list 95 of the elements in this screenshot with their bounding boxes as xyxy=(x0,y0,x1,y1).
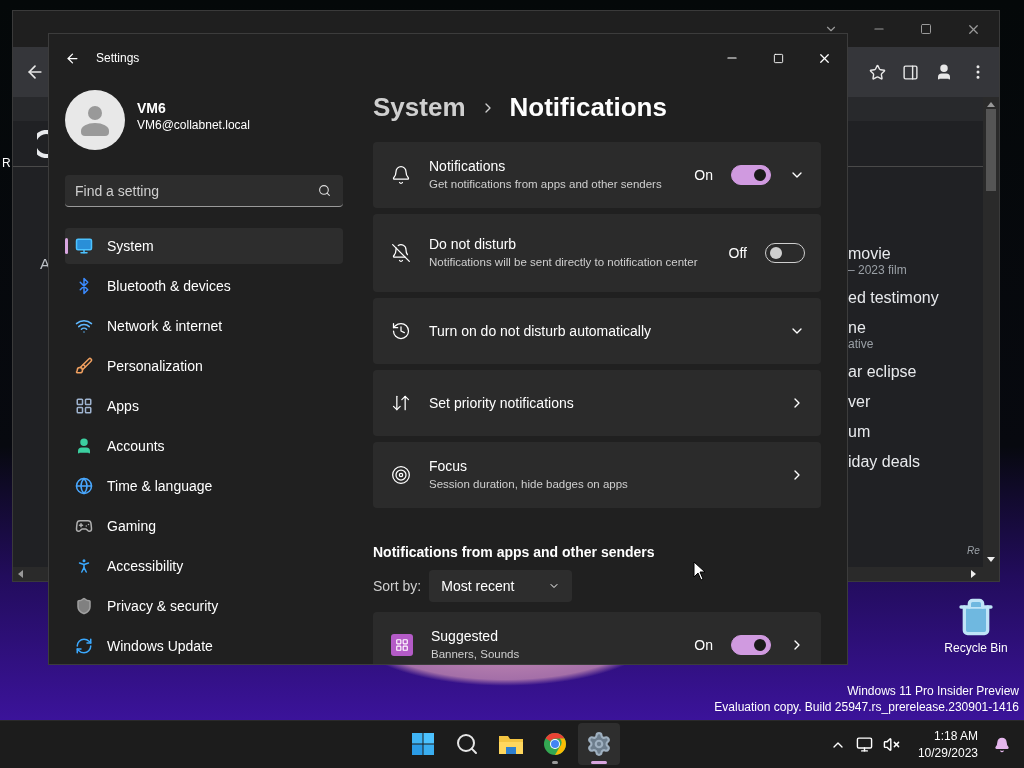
settings-icon xyxy=(586,731,612,757)
toggle-switch[interactable] xyxy=(731,165,771,185)
nav-item[interactable]: Privacy & security xyxy=(65,588,343,624)
card-subtitle: Notifications will be sent directly to notification center xyxy=(429,255,699,270)
sort-dropdown[interactable]: Most recent xyxy=(429,570,573,602)
suggestion-title[interactable]: ar eclipse xyxy=(848,363,939,381)
section-heading: Notifications from apps and other senders xyxy=(373,544,656,560)
taskbar-app-button[interactable] xyxy=(578,723,620,765)
apps-grid-icon xyxy=(75,397,93,415)
gamepad-icon xyxy=(75,517,93,535)
suggestion-title[interactable]: iday deals xyxy=(848,453,939,471)
sort-label: Sort by: xyxy=(373,578,422,594)
folder-icon xyxy=(498,733,524,755)
bell-icon xyxy=(391,165,411,185)
nav-item[interactable]: Accessibility xyxy=(65,548,343,584)
maximize-icon[interactable] xyxy=(920,23,932,35)
search-icon xyxy=(455,732,479,756)
toggle-switch[interactable] xyxy=(731,635,771,655)
card-subtitle: Banners, Sounds xyxy=(431,647,521,662)
maximize-icon xyxy=(772,52,784,64)
nav-item[interactable]: Personalization xyxy=(65,348,343,384)
settings-card[interactable]: Focus Session duration, hide badges on apps xyxy=(373,442,821,508)
window-title: Settings xyxy=(96,51,140,65)
app-icon xyxy=(391,634,413,656)
vertical-scrollbar[interactable] xyxy=(983,97,999,567)
watermark-text: Windows 11 Pro Insider Preview xyxy=(847,683,1019,699)
clock-arrow-icon xyxy=(391,321,411,341)
target-icon xyxy=(391,465,411,485)
desktop-icon-label: R xyxy=(2,156,11,170)
suggestion-title[interactable]: movie xyxy=(848,245,939,263)
breadcrumb-item[interactable]: System xyxy=(373,92,466,123)
refresh-icon xyxy=(75,637,93,655)
search-field[interactable]: Find a setting xyxy=(65,175,343,207)
search-icon[interactable] xyxy=(318,184,331,197)
nav-item[interactable]: Bluetooth & devices xyxy=(65,268,343,304)
suggestion-subtitle: ative xyxy=(848,337,875,351)
back-icon[interactable] xyxy=(65,50,80,66)
toggle-state-label: On xyxy=(694,167,713,183)
shield-icon xyxy=(75,597,93,615)
card-subtitle: Get notifications from apps and other senders xyxy=(429,177,663,192)
breadcrumb-item: Notifications xyxy=(509,92,667,123)
app-notification-card[interactable]: Suggested Banners, Sounds On xyxy=(373,612,821,664)
settings-card[interactable]: Notifications Get notifications from apps and other senders On xyxy=(373,142,821,208)
nav-item[interactable]: Apps xyxy=(65,388,343,424)
bell-slash-icon xyxy=(391,243,411,263)
card-title: Suggested xyxy=(431,628,499,644)
nav-item[interactable]: Time & language xyxy=(65,468,343,504)
toggle-state-label: On xyxy=(694,637,713,653)
nav-item[interactable]: System xyxy=(65,228,343,264)
watermark-text: Evaluation copy. Build 25947.rs_prerelease.230901-1416 xyxy=(714,699,1019,715)
scroll-down-icon[interactable] xyxy=(987,557,995,563)
suggestion-title[interactable]: ver xyxy=(848,393,939,411)
nav-item[interactable]: Network & internet xyxy=(65,308,343,344)
profile-icon[interactable] xyxy=(935,63,953,81)
mouse-cursor-icon xyxy=(693,561,707,581)
settings-card[interactable]: Set priority notifications xyxy=(373,370,821,436)
chrome-logo-icon xyxy=(543,732,567,756)
nav-item[interactable]: Windows Update xyxy=(65,628,343,664)
card-title: Do not disturb xyxy=(429,236,518,252)
user-email: VM6@collabnet.local xyxy=(137,118,250,132)
globe-icon xyxy=(75,477,93,495)
suggestion-title[interactable]: ne xyxy=(848,319,939,337)
desktop-icon-label[interactable]: Recycle Bin xyxy=(944,641,1008,655)
network-icon[interactable] xyxy=(855,736,873,753)
person-icon xyxy=(75,437,93,455)
suggestion-title[interactable]: um xyxy=(848,423,939,441)
arrows-icon xyxy=(391,393,411,413)
volume-muted-icon[interactable] xyxy=(882,736,900,753)
nav-item[interactable]: Gaming xyxy=(65,508,343,544)
footer-text: Re xyxy=(967,545,980,556)
scroll-left-icon[interactable] xyxy=(17,570,23,578)
avatar xyxy=(65,90,125,150)
settings-card[interactable]: Turn on do not disturb automatically xyxy=(373,298,821,364)
nav-item[interactable]: Accounts xyxy=(65,428,343,464)
clock[interactable]: 1:18 AM 10/29/2023 xyxy=(917,727,978,762)
card-title: Turn on do not disturb automatically xyxy=(429,323,653,339)
brush-icon xyxy=(75,357,93,375)
settings-card[interactable]: Do not disturb Notifications will be sent directly to notification center Off xyxy=(373,214,821,292)
suggestion-subtitle: – 2023 film xyxy=(848,263,908,277)
windows-logo-icon xyxy=(411,732,435,756)
star-icon[interactable] xyxy=(869,63,886,81)
card-title: Focus xyxy=(429,458,469,474)
card-subtitle: Session duration, hide badges on apps xyxy=(429,477,629,492)
scroll-up-icon[interactable] xyxy=(987,101,995,107)
suggestion-title[interactable]: ed testimony xyxy=(848,289,939,307)
scroll-thumb[interactable] xyxy=(986,109,996,191)
side-panel-icon[interactable] xyxy=(902,63,919,81)
scroll-right-icon[interactable] xyxy=(971,570,977,578)
user-name: VM6 xyxy=(137,100,167,116)
notification-bell-icon[interactable] xyxy=(994,736,1010,753)
toggle-state-label: Off xyxy=(728,245,747,261)
monitor-icon xyxy=(75,237,93,255)
wifi-icon xyxy=(75,317,93,335)
card-title: Notifications xyxy=(429,158,507,174)
card-title: Set priority notifications xyxy=(429,395,575,411)
